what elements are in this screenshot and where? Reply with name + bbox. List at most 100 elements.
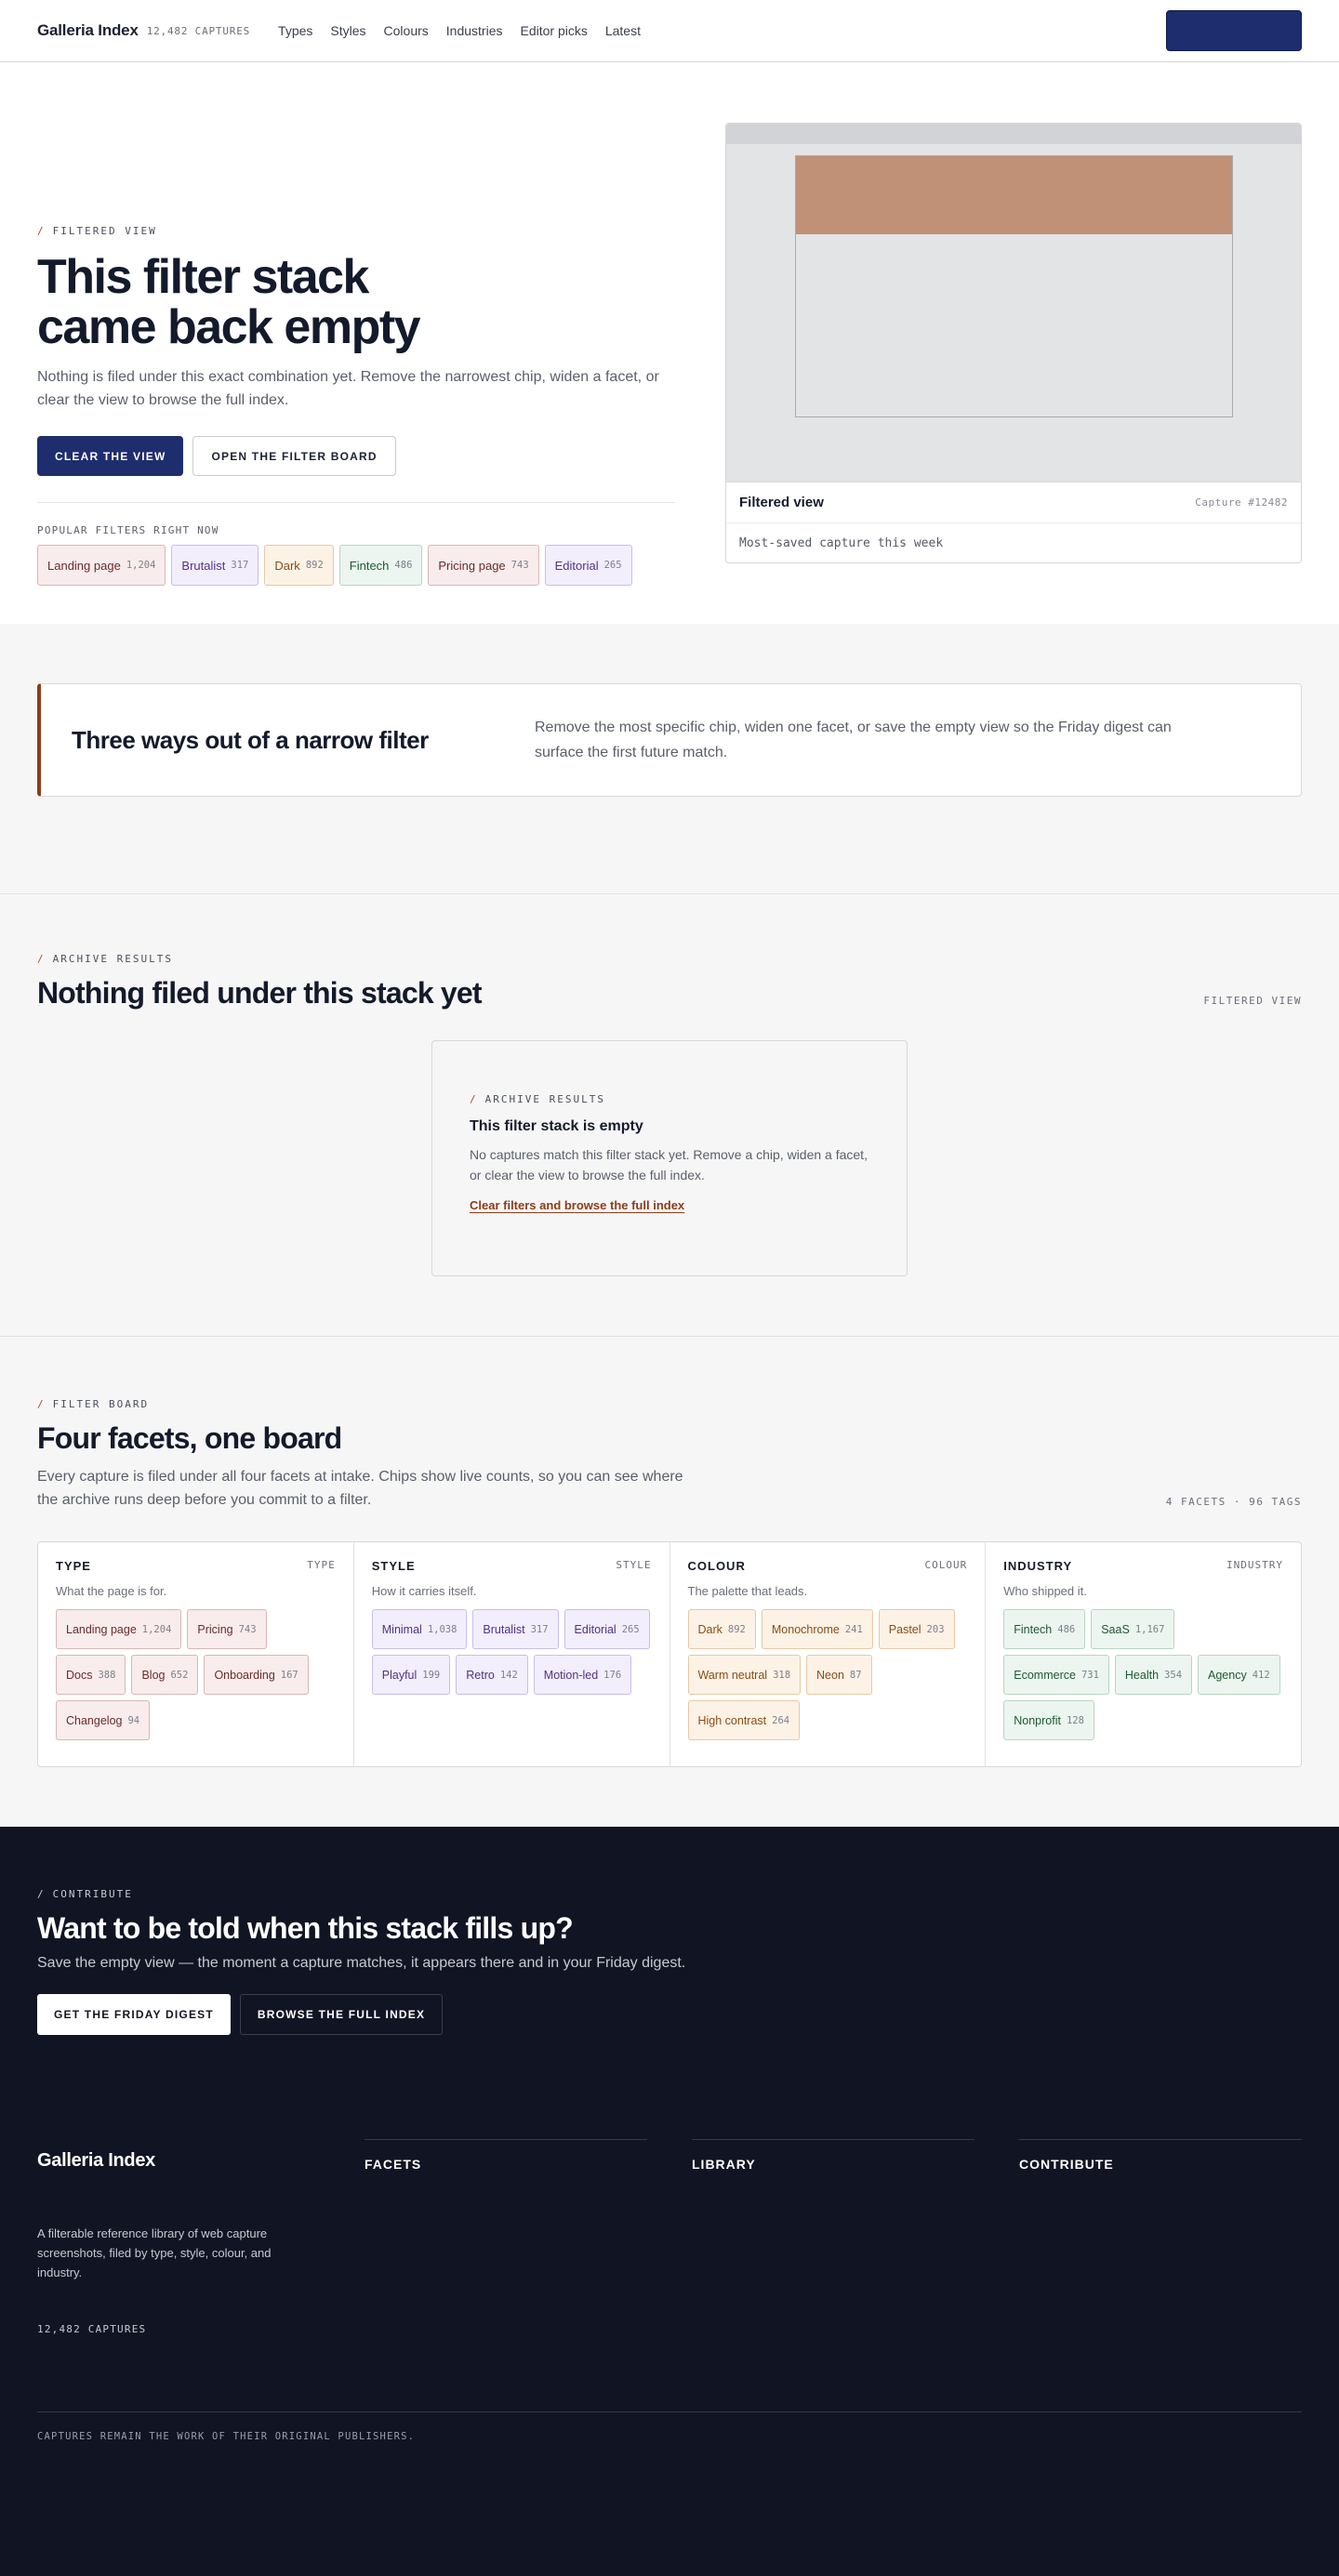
hero-title-line-1: This filter stack xyxy=(37,250,369,304)
chip-label: Landing page xyxy=(47,558,121,573)
chip-count: 265 xyxy=(603,560,622,571)
ways-out-title: Three ways out of a narrow filter xyxy=(72,725,429,754)
preview-canvas xyxy=(726,144,1301,482)
nav-industries[interactable]: Industries xyxy=(446,23,503,38)
facet-chip[interactable]: Health 354 xyxy=(1114,1655,1193,1695)
eyebrow-label: ARCHIVE RESULTS xyxy=(484,1093,605,1105)
empty-eyebrow: / ARCHIVE RESULTS xyxy=(470,1093,869,1105)
facet-tag: INDUSTRY xyxy=(1226,1559,1283,1571)
facet-chip[interactable]: Neon 87 xyxy=(806,1655,872,1695)
chip-label: Docs xyxy=(66,1668,93,1682)
facet-chip[interactable]: Blog 652 xyxy=(131,1655,199,1695)
facet-chip[interactable]: Pastel 203 xyxy=(878,1609,955,1649)
chip-count: 318 xyxy=(773,1669,791,1681)
hero-eyebrow: / FILTERED VIEW xyxy=(37,225,675,237)
hero-title-line-2: came back empty xyxy=(37,300,421,354)
footer-column-library: LIBRARY xyxy=(692,2139,974,2335)
facet-description: Who shipped it. xyxy=(1003,1584,1087,1598)
submit-site-button[interactable]: SUBMIT A SITE xyxy=(1166,10,1302,51)
popular-filters-label: POPULAR FILTERS RIGHT NOW xyxy=(37,524,219,536)
eyebrow-slash: / xyxy=(37,953,46,965)
facet-column-style: STYLE STYLE How it carries itself. Minimal 1… xyxy=(354,1542,670,1766)
chip-label: Agency xyxy=(1208,1668,1247,1682)
friday-digest-button[interactable]: GET THE FRIDAY DIGEST xyxy=(37,1994,231,2035)
chip-count: 167 xyxy=(280,1669,298,1681)
facet-chip[interactable]: SaaS 1,167 xyxy=(1091,1609,1175,1649)
facet-description: What the page is for. xyxy=(56,1584,167,1598)
facet-chip[interactable]: Changelog 94 xyxy=(56,1700,151,1740)
clear-view-button[interactable]: CLEAR THE VIEW xyxy=(37,436,184,476)
facet-chip[interactable]: Nonprofit 128 xyxy=(1003,1700,1094,1740)
facet-chip[interactable]: High contrast 264 xyxy=(687,1700,801,1740)
popular-filter-chip[interactable]: Dark 892 xyxy=(264,545,334,586)
filter-board-section: / FILTER BOARD Four facets, one board Ev… xyxy=(0,1337,1339,1827)
eyebrow-label: ARCHIVE RESULTS xyxy=(52,953,173,965)
chip-count: 203 xyxy=(926,1623,945,1635)
facet-chip[interactable]: Ecommerce 731 xyxy=(1003,1655,1109,1695)
nav-latest[interactable]: Latest xyxy=(605,23,641,38)
chip-count: 94 xyxy=(127,1714,140,1726)
clear-filters-link[interactable]: Clear filters and browse the full index xyxy=(470,1198,684,1212)
chip-label: Blog xyxy=(141,1668,166,1682)
popular-filter-chip[interactable]: Pricing page 743 xyxy=(428,545,539,586)
chip-count: 892 xyxy=(727,1623,746,1635)
facet-description: How it carries itself. xyxy=(371,1584,477,1598)
facet-chip[interactable]: Editorial 265 xyxy=(563,1609,650,1649)
empty-state-description: No captures match this filter stack yet.… xyxy=(470,1147,868,1182)
facet-chip[interactable]: Retro 142 xyxy=(456,1655,528,1695)
facet-chip[interactable]: Minimal 1,038 xyxy=(371,1609,468,1649)
facet-chip[interactable]: Docs 388 xyxy=(56,1655,126,1695)
chip-count: 317 xyxy=(530,1623,549,1635)
facet-name: COLOUR xyxy=(687,1559,746,1573)
footer-legal: CAPTURES REMAIN THE WORK OF THEIR ORIGIN… xyxy=(37,2411,1302,2442)
footer-brand[interactable]: Galleria Index xyxy=(37,2150,320,2172)
chip-label: Editorial xyxy=(574,1622,616,1636)
facet-chip[interactable]: Onboarding 167 xyxy=(204,1655,309,1695)
facet-chip[interactable]: Fintech 486 xyxy=(1003,1609,1086,1649)
facet-chips: Fintech 486 SaaS 1,167 Ecommerce 731 Health 354… xyxy=(1003,1609,1283,1740)
chip-count: 142 xyxy=(499,1669,518,1681)
open-filter-board-button[interactable]: OPEN THE FILTER BOARD xyxy=(192,436,396,476)
facet-chip[interactable]: Brutalist 317 xyxy=(472,1609,559,1649)
popular-filter-chip[interactable]: Landing page 1,204 xyxy=(37,545,166,586)
nav-colours[interactable]: Colours xyxy=(384,23,429,38)
nav-editor-picks[interactable]: Editor picks xyxy=(520,23,587,38)
facet-column-colour: COLOUR COLOUR The palette that leads. Dark 8… xyxy=(670,1542,987,1766)
facet-chip[interactable]: Landing page 1,204 xyxy=(56,1609,182,1649)
facet-chip[interactable]: Motion-led 176 xyxy=(533,1655,632,1695)
eyebrow-label: FILTER BOARD xyxy=(52,1398,150,1410)
brand-logo[interactable]: Galleria Index xyxy=(37,21,139,40)
chip-label: Nonprofit xyxy=(1014,1713,1061,1727)
hero-divider xyxy=(37,502,675,503)
facet-chip[interactable]: Warm neutral 318 xyxy=(687,1655,802,1695)
preview-subtitle: Most-saved capture this week xyxy=(739,535,944,550)
chip-label: SaaS xyxy=(1101,1622,1130,1636)
facet-chips: Dark 892 Monochrome 241 Pastel 203 Warm neutra… xyxy=(687,1609,968,1740)
popular-filter-chip[interactable]: Fintech 486 xyxy=(338,545,423,586)
facet-chip[interactable]: Monochrome 241 xyxy=(761,1609,873,1649)
archive-eyebrow: / ARCHIVE RESULTS xyxy=(37,953,1302,965)
popular-filter-chip[interactable]: Brutalist 317 xyxy=(171,545,259,586)
chip-count: 1,167 xyxy=(1134,1623,1165,1635)
eyebrow-slash: / xyxy=(37,225,46,237)
browse-index-button[interactable]: BROWSE THE FULL INDEX xyxy=(239,1994,444,2035)
chip-label: Onboarding xyxy=(214,1668,275,1682)
facet-tag: STYLE xyxy=(616,1559,652,1571)
nav-types[interactable]: Types xyxy=(278,23,312,38)
facet-chip[interactable]: Playful 199 xyxy=(371,1655,451,1695)
chip-count: 87 xyxy=(849,1669,862,1681)
board-heading-row: Every capture is filed under all four fa… xyxy=(37,1456,1302,1512)
facet-chip[interactable]: Dark 892 xyxy=(687,1609,756,1649)
facet-chip[interactable]: Pricing 743 xyxy=(187,1609,267,1649)
facet-chip[interactable]: Agency 412 xyxy=(1198,1655,1280,1695)
popular-filter-chip[interactable]: Editorial 265 xyxy=(544,545,632,586)
nav-styles[interactable]: Styles xyxy=(330,23,365,38)
footer-description: A filterable reference library of web ca… xyxy=(37,2226,272,2279)
archive-heading-row: Nothing filed under this stack yet FILTE… xyxy=(37,965,1302,1011)
facet-head: COLOUR COLOUR xyxy=(688,1559,968,1573)
chip-count: 731 xyxy=(1080,1669,1099,1681)
chip-label: Warm neutral xyxy=(697,1668,768,1682)
preview-card[interactable]: Filtered view Capture #12482 Most-saved … xyxy=(725,123,1302,563)
ways-out-section: Three ways out of a narrow filter Remove… xyxy=(0,624,1339,894)
chip-label: Editorial xyxy=(554,558,599,573)
